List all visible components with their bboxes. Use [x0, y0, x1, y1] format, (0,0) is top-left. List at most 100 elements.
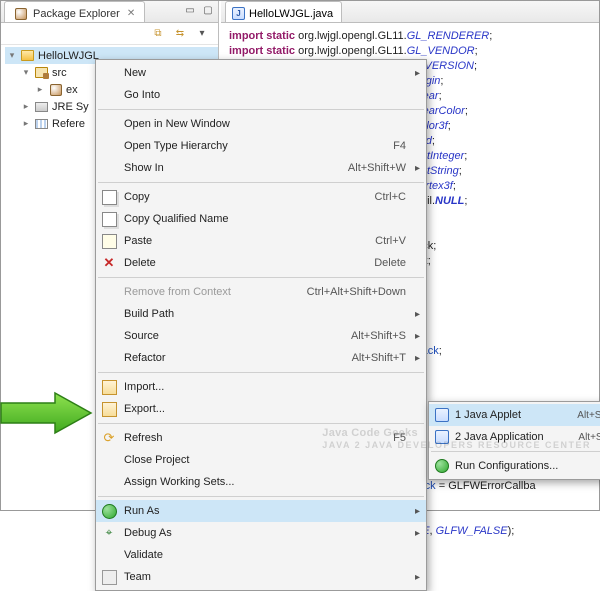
submenu-item-shortcut: Alt+Shift+X, J	[578, 432, 600, 443]
menu-item-copy-qualified-name[interactable]: Copy Qualified Name	[96, 208, 426, 230]
submenu-item-label: 1 Java Applet	[455, 409, 521, 421]
copy-icon	[100, 188, 118, 206]
submenu-item-shortcut: Alt+Shift+X, A	[577, 410, 600, 421]
run-as-submenu: 1 Java Applet Alt+Shift+X, A 2 Java Applic…	[428, 401, 600, 480]
menu-item-remove-from-context: Remove from ContextCtrl+Alt+Shift+Down	[96, 281, 426, 303]
menu-item-open-in-new-window[interactable]: Open in New Window	[96, 113, 426, 135]
maximize-view-icon[interactable]: ▢	[200, 3, 216, 19]
menu-item-label: Go Into	[124, 89, 160, 101]
expand-icon[interactable]: ▾	[7, 50, 17, 61]
menu-item-label: Copy Qualified Name	[124, 213, 229, 225]
menu-item-refresh[interactable]: ⟳ Refresh F5	[96, 427, 426, 449]
package-explorer-toolbar: ⧉ ⇆ ▾	[1, 23, 218, 45]
copyq-icon	[100, 210, 118, 228]
debug-icon: ⌖	[100, 524, 118, 542]
collapse-all-icon[interactable]: ⧉	[150, 26, 166, 42]
minimize-view-icon[interactable]: ▭	[182, 3, 198, 19]
menu-item-open-type-hierarchy[interactable]: Open Type Hierarchy F4	[96, 135, 426, 157]
team-icon	[100, 568, 118, 586]
menu-item-export[interactable]: Export...	[96, 398, 426, 420]
submenu-arrow-icon: ▸	[415, 572, 420, 583]
menu-separator	[98, 182, 424, 183]
project-label: HelloLWJGL	[38, 50, 99, 62]
menu-item-shortcut: Alt+Shift+W	[348, 162, 406, 174]
project-icon	[20, 49, 35, 63]
jre-library-icon	[34, 100, 49, 114]
japp-icon	[433, 429, 450, 446]
menu-item-label: Delete	[124, 257, 156, 269]
menu-item-source[interactable]: SourceAlt+Shift+S▸	[96, 325, 426, 347]
menu-item-label: Export...	[124, 403, 165, 415]
menu-item-assign-working-sets[interactable]: Assign Working Sets...	[96, 471, 426, 493]
submenu-arrow-icon: ▸	[415, 528, 420, 539]
src-label: src	[52, 67, 67, 79]
editor-tab[interactable]: J HelloLWJGL.java	[225, 1, 342, 22]
submenu-arrow-icon: ▸	[415, 163, 420, 174]
close-view-icon[interactable]: ✕	[125, 8, 137, 19]
menu-item-refactor[interactable]: RefactorAlt+Shift+T▸	[96, 347, 426, 369]
submenu-item-label: Run Configurations...	[455, 460, 558, 472]
expand-icon[interactable]: ▸	[21, 101, 31, 112]
link-editor-icon[interactable]: ⇆	[172, 26, 188, 42]
refresh-icon: ⟳	[100, 429, 118, 447]
package-icon	[13, 7, 28, 21]
menu-item-delete[interactable]: ✕ Delete Delete	[96, 252, 426, 274]
menu-item-copy[interactable]: CopyCtrl+C	[96, 186, 426, 208]
referenced-libs-icon	[34, 117, 49, 131]
rcfg-icon	[433, 458, 450, 475]
menu-item-label: Debug As	[124, 527, 172, 539]
menu-item-build-path[interactable]: Build Path▸	[96, 303, 426, 325]
view-menu-icon[interactable]: ▾	[194, 26, 210, 42]
menu-item-label: Run As	[124, 505, 159, 517]
menu-item-team[interactable]: Team▸	[96, 566, 426, 588]
menu-item-shortcut: Delete	[374, 257, 406, 269]
menu-item-shortcut: F4	[393, 140, 406, 152]
menu-separator	[98, 496, 424, 497]
menu-item-label: Paste	[124, 235, 152, 247]
menu-item-label: Close Project	[124, 454, 189, 466]
callout-arrow	[0, 389, 95, 437]
menu-separator	[98, 372, 424, 373]
expand-icon[interactable]: ▸	[35, 84, 45, 95]
menu-item-show-in[interactable]: Show InAlt+Shift+W▸	[96, 157, 426, 179]
menu-item-close-project[interactable]: Close Project	[96, 449, 426, 471]
java-file-icon: J	[232, 7, 245, 20]
menu-item-label: Open Type Hierarchy	[124, 140, 228, 152]
delete-icon: ✕	[100, 254, 118, 272]
menu-item-validate[interactable]: Validate	[96, 544, 426, 566]
menu-item-shortcut: Alt+Shift+S	[351, 330, 406, 342]
menu-item-go-into[interactable]: Go Into	[96, 84, 426, 106]
menu-item-new[interactable]: New▸	[96, 62, 426, 84]
package-explorer-title: Package Explorer	[33, 8, 120, 20]
menu-item-paste[interactable]: PasteCtrl+V	[96, 230, 426, 252]
menu-item-import[interactable]: Import...	[96, 376, 426, 398]
run-icon	[100, 502, 118, 520]
menu-item-label: Refresh	[124, 432, 163, 444]
menu-item-label: Import...	[124, 381, 164, 393]
submenu-item-run-configurations[interactable]: Run Configurations...	[429, 455, 600, 477]
menu-item-shortcut: Alt+Shift+T	[352, 352, 406, 364]
src-folder-icon	[34, 66, 49, 80]
menu-item-label: Validate	[124, 549, 163, 561]
package-explorer-tab[interactable]: Package Explorer ✕	[4, 1, 145, 22]
import-icon	[100, 378, 118, 396]
submenu-item-1-java-applet[interactable]: 1 Java Applet Alt+Shift+X, A	[429, 404, 600, 426]
menu-item-label: New	[124, 67, 146, 79]
submenu-arrow-icon: ▸	[415, 309, 420, 320]
menu-item-debug-as[interactable]: ⌖ Debug As ▸	[96, 522, 426, 544]
japplet-icon	[433, 407, 450, 424]
package-icon	[48, 83, 63, 97]
menu-item-shortcut: F5	[393, 432, 406, 444]
menu-item-run-as[interactable]: Run As ▸	[96, 500, 426, 522]
menu-item-shortcut: Ctrl+Alt+Shift+Down	[307, 286, 406, 298]
view-tabbar: Package Explorer ✕ ▭ ▢	[1, 1, 218, 23]
expand-icon[interactable]: ▾	[21, 67, 31, 78]
submenu-item-label: 2 Java Application	[455, 431, 544, 443]
menu-item-label: Source	[124, 330, 159, 342]
menu-separator	[98, 423, 424, 424]
submenu-item-2-java-application[interactable]: 2 Java Application Alt+Shift+X, J	[429, 426, 600, 448]
editor-tab-label: HelloLWJGL.java	[249, 8, 333, 20]
expand-icon[interactable]: ▸	[21, 118, 31, 129]
menu-separator	[98, 109, 424, 110]
submenu-arrow-icon: ▸	[415, 506, 420, 517]
